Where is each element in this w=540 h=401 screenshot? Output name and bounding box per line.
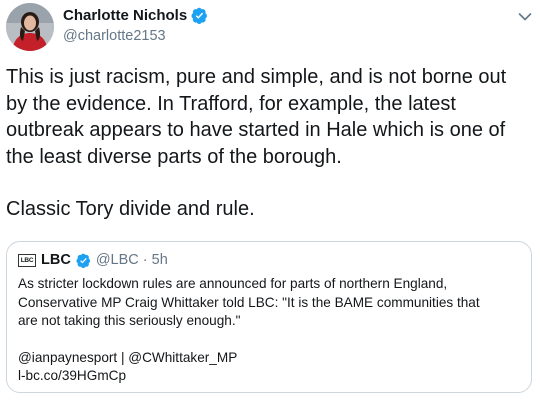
- quoted-tweet-header: LBC LBC @LBC · 5h: [18, 251, 520, 269]
- quoted-handle-time[interactable]: @LBC · 5h: [96, 252, 168, 268]
- quoted-paragraph: As stricter lockdown rules are announced…: [18, 276, 480, 328]
- avatar[interactable]: [6, 3, 54, 51]
- tweet-paragraph: Classic Tory divide and rule.: [6, 198, 255, 220]
- author-name-row[interactable]: Charlotte Nichols: [63, 7, 208, 24]
- author-handle[interactable]: @charlotte2153: [63, 28, 166, 44]
- lbc-logo-icon: LBC: [18, 253, 36, 267]
- quoted-tweet-text: As stricter lockdown rules are announced…: [18, 275, 520, 386]
- tweet-text: This is just racism, pure and simple, an…: [6, 64, 534, 223]
- verified-badge-icon: [76, 253, 91, 268]
- avatar-photo: [6, 3, 54, 51]
- tweet-paragraph: This is just racism, pure and simple, an…: [6, 66, 507, 168]
- chevron-down-icon[interactable]: [518, 9, 532, 21]
- quoted-author-name[interactable]: LBC: [41, 252, 71, 268]
- verified-badge-icon: [191, 7, 208, 24]
- author-name[interactable]: Charlotte Nichols: [63, 7, 187, 24]
- quoted-links[interactable]: @ianpaynesport | @CWhittaker_MP l-bc.co/…: [18, 349, 520, 386]
- quoted-tweet[interactable]: LBC LBC @LBC · 5h As stricter lockdown r…: [6, 241, 532, 393]
